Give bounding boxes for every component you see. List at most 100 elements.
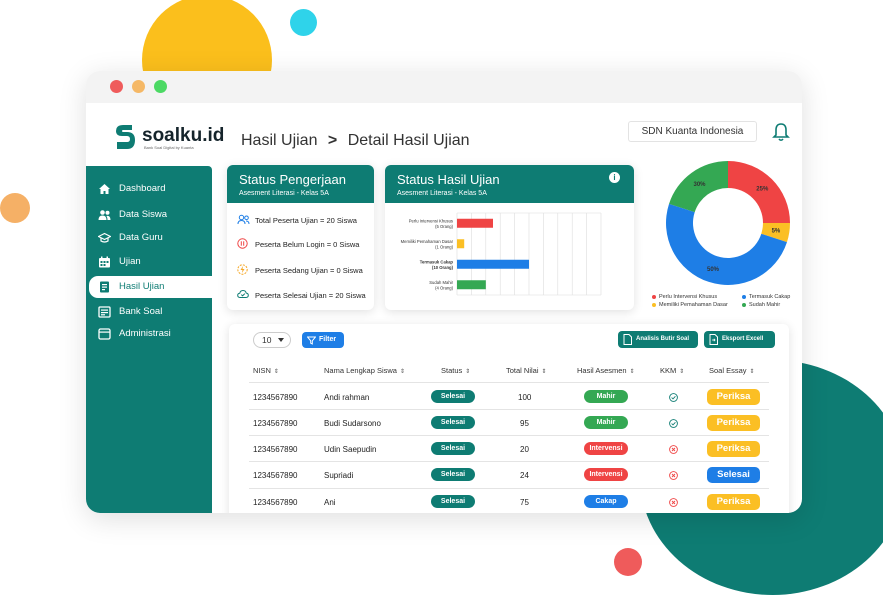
donut-value-label: 5% bbox=[772, 229, 781, 235]
bar bbox=[457, 280, 486, 290]
row-divider bbox=[249, 409, 769, 410]
graduation-cap-icon bbox=[98, 232, 111, 243]
status-badge: Selesai bbox=[431, 390, 475, 403]
legend-label: Termasuk Cakap bbox=[749, 294, 791, 300]
legend-item-pemahaman-dasar: Memiliki Pemahaman Dasar bbox=[652, 302, 728, 308]
bar bbox=[457, 259, 529, 269]
row-divider bbox=[249, 488, 769, 489]
legend-swatch bbox=[742, 302, 746, 307]
column-header-label: NISN bbox=[253, 366, 271, 375]
sidebar-item-ujian[interactable]: Ujian bbox=[89, 251, 212, 273]
column-header-label: Hasil Asesmen bbox=[577, 366, 627, 375]
cell-score: 100 bbox=[518, 393, 532, 402]
pause-icon bbox=[237, 238, 248, 249]
book-icon bbox=[98, 306, 111, 318]
cell-name: Udin Saepudin bbox=[324, 445, 377, 454]
export-excel-button[interactable]: Eksport Excell bbox=[704, 331, 775, 348]
card-header: Status Pengerjaan Asesment Literasi - Ke… bbox=[227, 165, 374, 203]
legend-label: Perlu Intervensi Khusus bbox=[659, 294, 718, 300]
window-minimize-dot[interactable] bbox=[132, 80, 145, 93]
breadcrumb: Hasil Ujian > Detail Hasil Ujian bbox=[241, 132, 470, 150]
filter-label: Filter bbox=[319, 336, 337, 343]
breadcrumb-parent[interactable]: Hasil Ujian bbox=[241, 132, 317, 149]
column-header-status[interactable]: Status ⇕ bbox=[441, 366, 470, 375]
bar-category-label: (1 Orang) bbox=[435, 244, 454, 249]
stat-label: Peserta Selesai Ujian = 20 Siswa bbox=[255, 291, 366, 300]
brand-name: soalku.id bbox=[142, 125, 225, 146]
filter-icon bbox=[307, 336, 316, 345]
periksa-button[interactable]: Periksa bbox=[707, 389, 760, 405]
result-badge: Cakap bbox=[584, 495, 628, 508]
info-icon[interactable]: i bbox=[609, 172, 620, 183]
filter-button[interactable]: Filter bbox=[302, 332, 344, 348]
column-header-label: Nama Lengkap Siswa bbox=[324, 366, 397, 375]
stat-label: Peserta Belum Login = 0 Siswa bbox=[255, 240, 360, 249]
sidebar-item-label: Data Guru bbox=[119, 232, 163, 243]
bolt-icon bbox=[237, 264, 248, 275]
legend-label: Sudah Mahir bbox=[749, 302, 781, 308]
bar bbox=[457, 218, 493, 228]
cell-nisn: 1234567890 bbox=[253, 393, 298, 402]
page-size-select[interactable]: 10 bbox=[253, 332, 291, 348]
bar-category-label: Termasuk Cakap bbox=[420, 259, 454, 264]
sort-icon: ⇕ bbox=[749, 369, 755, 375]
sort-icon: ⇕ bbox=[273, 369, 279, 375]
row-divider bbox=[249, 435, 769, 436]
file-export-icon bbox=[709, 334, 718, 345]
column-header-total-nilai[interactable]: Total Nilai ⇕ bbox=[506, 366, 547, 375]
column-header-nisn[interactable]: NISN ⇕ bbox=[253, 366, 279, 375]
periksa-button[interactable]: Periksa bbox=[707, 441, 760, 457]
status-badge: Selesai bbox=[431, 442, 475, 455]
check-circle-icon bbox=[669, 393, 678, 402]
breadcrumb-current: Detail Hasil Ujian bbox=[347, 132, 470, 149]
sidebar-item-data-guru[interactable]: Data Guru bbox=[89, 227, 212, 249]
file-icon bbox=[623, 334, 632, 345]
donut-value-label: 25% bbox=[756, 187, 769, 193]
window-close-dot[interactable] bbox=[110, 80, 123, 93]
sidebar-item-data-siswa[interactable]: Data Siswa bbox=[89, 204, 212, 226]
school-selector[interactable]: SDN Kuanta Indonesia bbox=[628, 121, 757, 142]
page-size-value: 10 bbox=[262, 335, 272, 345]
cell-nisn: 1234567890 bbox=[253, 498, 298, 507]
periksa-button[interactable]: Periksa bbox=[707, 415, 760, 431]
legend-label: Memiliki Pemahaman Dasar bbox=[659, 302, 728, 308]
cloud-check-icon bbox=[237, 289, 249, 298]
card-title: Status Pengerjaan bbox=[239, 172, 346, 187]
column-header-soal-essay[interactable]: Soal Essay ⇕ bbox=[709, 366, 755, 375]
cell-score: 20 bbox=[520, 445, 529, 454]
sidebar-item-label: Ujian bbox=[119, 256, 141, 267]
x-circle-icon bbox=[669, 445, 678, 454]
sidebar-item-hasil-ujian[interactable]: Hasil Ujian bbox=[89, 276, 212, 298]
cell-nisn: 1234567890 bbox=[253, 471, 298, 480]
column-header-label: KKM bbox=[660, 366, 677, 375]
analisis-butir-soal-button[interactable]: Analisis Butir Soal bbox=[618, 331, 698, 348]
column-header-hasil-asesmen[interactable]: Hasil Asesmen ⇕ bbox=[577, 366, 635, 375]
check-circle-icon bbox=[669, 419, 678, 428]
column-header-label: Soal Essay bbox=[709, 366, 747, 375]
bar-category-label: Memiliki Pemahaman Dasar bbox=[401, 239, 454, 244]
legend-swatch bbox=[652, 294, 656, 299]
x-circle-icon bbox=[669, 498, 678, 507]
card-subtitle: Asesment Literasi - Kelas 5A bbox=[239, 190, 329, 197]
bar-category-label: (5 Orang) bbox=[435, 224, 454, 229]
sort-icon: ⇕ bbox=[399, 369, 405, 375]
column-header-kkm[interactable]: KKM ⇕ bbox=[660, 366, 684, 375]
cell-name: Ani bbox=[324, 498, 336, 507]
selesai-essay-button[interactable]: Selesai bbox=[707, 467, 760, 483]
legend-item-cakap: Termasuk Cakap bbox=[742, 294, 790, 300]
periksa-button[interactable]: Periksa bbox=[707, 494, 760, 510]
sidebar-item-administrasi[interactable]: Administrasi bbox=[89, 323, 212, 345]
brand-logo[interactable]: soalku.id Bank Soal Digital by Kuanta bbox=[114, 123, 224, 151]
status-badge: Selesai bbox=[431, 416, 475, 429]
sidebar-item-bank-soal[interactable]: Bank Soal bbox=[89, 301, 212, 323]
sidebar-item-dashboard[interactable]: Dashboard bbox=[89, 178, 212, 200]
donut-value-label: 30% bbox=[693, 182, 706, 188]
sidebar: Dashboard Data Siswa Data Guru Ujian Has… bbox=[86, 166, 212, 513]
bell-icon[interactable] bbox=[772, 122, 790, 142]
results-table-card: 10 Filter Analisis Butir Soal Eksport Ex… bbox=[229, 324, 789, 513]
breadcrumb-separator: > bbox=[327, 132, 338, 149]
decor-orange-circle bbox=[0, 193, 30, 223]
header-divider bbox=[249, 382, 769, 383]
window-maximize-dot[interactable] bbox=[154, 80, 167, 93]
column-header-nama[interactable]: Nama Lengkap Siswa ⇕ bbox=[324, 366, 405, 375]
